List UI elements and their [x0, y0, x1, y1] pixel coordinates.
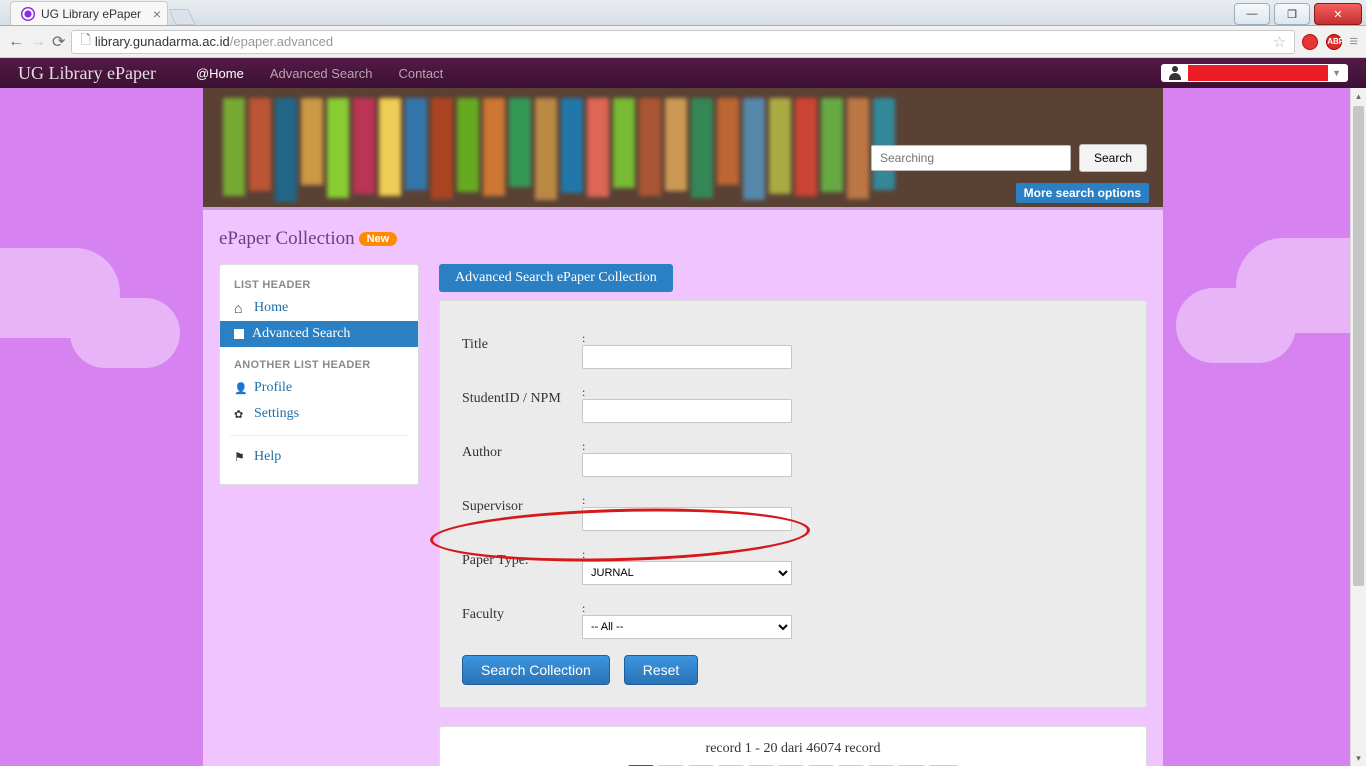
- label-author: Author: [462, 439, 582, 461]
- sidebar-header-1: LIST HEADER: [220, 273, 418, 295]
- hero-search-button[interactable]: Search: [1079, 144, 1147, 172]
- sidebar-item-settings[interactable]: Settings: [220, 401, 418, 427]
- nav-reload-icon[interactable]: ⟳: [52, 32, 65, 52]
- site-brand[interactable]: UG Library ePaper: [18, 63, 156, 84]
- chevron-down-icon: ▼: [1332, 68, 1341, 78]
- label-supervisor: Supervisor: [462, 493, 582, 515]
- sidebar-item-help[interactable]: Help: [220, 444, 418, 470]
- adblock-icon[interactable]: ABP: [1325, 33, 1343, 51]
- extension-icon-1[interactable]: [1301, 33, 1319, 51]
- select-faculty[interactable]: -- All --: [582, 615, 792, 639]
- address-bar: ← → ⟳ 🗋 library.gunadarma.ac.id/epaper.a…: [0, 26, 1366, 58]
- window-minimize-button[interactable]: —: [1234, 3, 1270, 25]
- search-collection-button[interactable]: Search Collection: [462, 655, 610, 685]
- gear-icon: [234, 407, 246, 421]
- page-icon: 🗋: [80, 31, 90, 53]
- label-studentid: StudentID / NPM: [462, 385, 582, 407]
- sidebar: LIST HEADER Home Advanced Search ANOTHER…: [219, 264, 419, 485]
- window-titlebar: UG Library ePaper × — ❐ ✕: [0, 0, 1366, 26]
- new-badge: New: [359, 232, 398, 246]
- nav-link-contact[interactable]: Contact: [398, 66, 443, 81]
- tab-title: UG Library ePaper: [41, 7, 141, 21]
- chrome-menu-icon[interactable]: ≡: [1349, 33, 1358, 50]
- sidebar-item-profile[interactable]: Profile: [220, 375, 418, 401]
- user-icon: [1168, 65, 1184, 81]
- page-title: ePaper Collection New: [219, 228, 1147, 250]
- nav-back-icon[interactable]: ←: [8, 33, 24, 51]
- scroll-up-icon[interactable]: ▴: [1351, 88, 1366, 104]
- hero-search-input[interactable]: [871, 145, 1071, 171]
- scroll-down-icon[interactable]: ▾: [1351, 750, 1366, 766]
- new-tab-button[interactable]: [168, 9, 195, 25]
- window-close-button[interactable]: ✕: [1314, 3, 1362, 25]
- more-search-options-link[interactable]: More search options: [1016, 183, 1149, 203]
- url-host: library.gunadarma.ac.id: [95, 34, 230, 49]
- bookmark-star-icon[interactable]: ☆: [1273, 33, 1286, 51]
- nav-forward-icon[interactable]: →: [30, 33, 46, 51]
- window-maximize-button[interactable]: ❐: [1274, 3, 1310, 25]
- sidebar-label: Settings: [254, 406, 299, 422]
- label-title: Title: [462, 331, 582, 353]
- url-path: /epaper.advanced: [230, 34, 333, 49]
- input-studentid[interactable]: [582, 399, 792, 423]
- nav-link-home[interactable]: @Home: [196, 66, 244, 81]
- sidebar-label: Profile: [254, 380, 292, 396]
- user-icon: [234, 381, 246, 395]
- page-title-text: ePaper Collection: [219, 228, 355, 250]
- hero-banner: Search More search options: [203, 88, 1163, 210]
- sidebar-label: Help: [254, 449, 281, 465]
- sidebar-label: Home: [254, 300, 288, 316]
- sidebar-item-home[interactable]: Home: [220, 295, 418, 321]
- browser-tab[interactable]: UG Library ePaper ×: [10, 1, 168, 25]
- panel-heading: Advanced Search ePaper Collection: [439, 264, 673, 292]
- user-name-redacted: [1188, 65, 1328, 81]
- sidebar-label: Advanced Search: [252, 326, 350, 342]
- favicon-icon: [21, 7, 35, 21]
- flag-icon: [234, 450, 246, 464]
- page-body: Search More search options ePaper Collec…: [0, 88, 1366, 766]
- advanced-icon: [234, 329, 244, 339]
- tab-close-icon[interactable]: ×: [153, 6, 161, 22]
- sidebar-item-advanced-search[interactable]: Advanced Search: [220, 321, 418, 347]
- input-author[interactable]: [582, 453, 792, 477]
- search-form: Title StudentID / NPM Author Superv: [439, 300, 1147, 708]
- reset-button[interactable]: Reset: [624, 655, 699, 685]
- records-panel: record 1 - 20 dari 46074 record 1 2 3 4 …: [439, 726, 1147, 766]
- home-icon: [234, 300, 246, 316]
- user-menu[interactable]: ▼: [1161, 64, 1348, 82]
- content-container: Search More search options ePaper Collec…: [203, 88, 1163, 766]
- select-papertype[interactable]: JURNAL: [582, 561, 792, 585]
- sidebar-separator: [230, 435, 408, 436]
- sidebar-header-2: ANOTHER LIST HEADER: [220, 353, 418, 375]
- vertical-scrollbar[interactable]: ▴ ▾: [1350, 88, 1366, 766]
- url-input[interactable]: 🗋 library.gunadarma.ac.id/epaper.advance…: [71, 30, 1295, 54]
- site-navbar: UG Library ePaper @Home Advanced Search …: [0, 58, 1366, 88]
- input-supervisor[interactable]: [582, 507, 792, 531]
- scroll-thumb[interactable]: [1353, 106, 1364, 586]
- label-faculty: Faculty: [462, 601, 582, 623]
- input-title[interactable]: [582, 345, 792, 369]
- record-summary: record 1 - 20 dari 46074 record: [440, 741, 1146, 757]
- nav-link-advanced[interactable]: Advanced Search: [270, 66, 373, 81]
- label-papertype: Paper Type.: [462, 547, 582, 569]
